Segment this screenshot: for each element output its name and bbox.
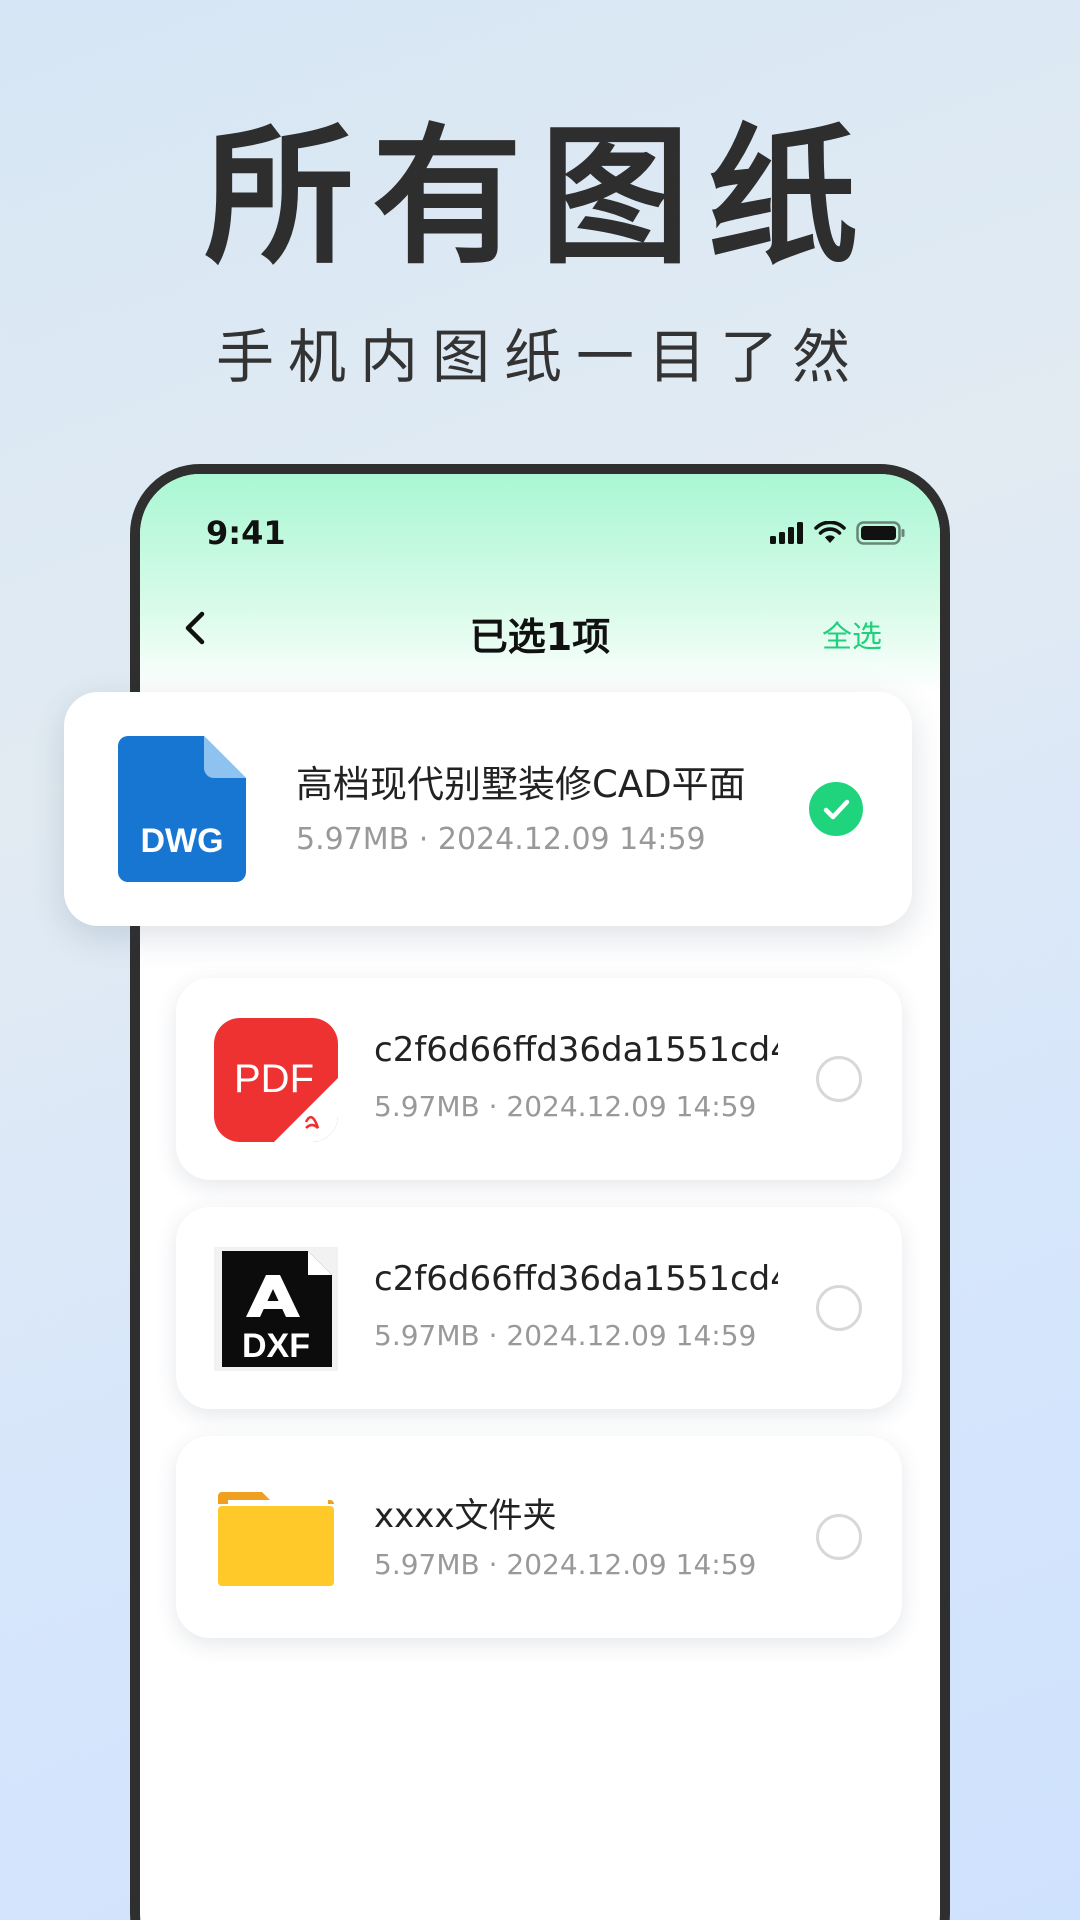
svg-text:PDF: PDF <box>234 1057 314 1101</box>
pdf-file-icon: PDF <box>214 1018 338 1142</box>
file-size: 5.97MB <box>374 1090 480 1123</box>
select-checkbox[interactable] <box>816 1056 862 1102</box>
meta-separator: · <box>409 822 438 857</box>
file-meta: 5.97MB · 2024.12.09 14:59 <box>374 1319 756 1352</box>
meta-separator: · <box>479 1319 507 1352</box>
status-time: 9:41 <box>206 514 286 552</box>
select-checkbox[interactable] <box>816 1514 862 1560</box>
file-list-item[interactable]: PDF c2f6d66ffd36da1551cd488e 5.97MB · 20… <box>176 978 902 1180</box>
select-all-button[interactable]: 全选 <box>822 612 882 656</box>
file-size: 5.97MB <box>374 1548 480 1581</box>
file-meta: 5.97MB · 2024.12.09 14:59 <box>296 822 706 857</box>
file-date: 2024.12.09 14:59 <box>506 1090 757 1123</box>
file-date: 2024.12.09 14:59 <box>506 1319 757 1352</box>
battery-icon <box>856 521 905 545</box>
headline: 所有图纸 <box>203 111 876 285</box>
file-name: xxxx文件夹 <box>374 1496 557 1536</box>
file-list-item[interactable]: xxxx文件夹 5.97MB · 2024.12.09 14:59 <box>176 1436 902 1638</box>
status-icons <box>770 518 906 548</box>
file-name: c2f6d66ffd36da1551cd488e <box>374 1259 778 1299</box>
file-date: 2024.12.09 14:59 <box>506 1548 757 1581</box>
file-size: 5.97MB <box>296 822 410 857</box>
svg-text:DXF: DXF <box>242 1327 310 1365</box>
dxf-file-icon: DXF <box>214 1247 338 1371</box>
select-checkbox[interactable] <box>816 1285 862 1331</box>
file-name: 高档现代别墅装修CAD平面 <box>296 763 746 806</box>
page-title: 已选1项 <box>469 615 611 659</box>
phone-frame: 9:41 已选1项 全选 PDF c2f6d66ffd36da1551cd 5.… <box>130 464 950 1920</box>
file-meta: 5.97MB · 2024.12.09 14:59 <box>374 1548 756 1581</box>
folder-icon <box>218 1492 334 1586</box>
subheadline: 手机内图纸一目了然 <box>215 323 864 391</box>
file-list-item-selected[interactable]: DWG 高档现代别墅装修CAD平面 5.97MB · 2024.12.09 14… <box>64 692 912 926</box>
signal-icon <box>770 522 803 544</box>
file-name: c2f6d66ffd36da1551cd488e <box>374 1030 778 1070</box>
file-date: 2024.12.09 14:59 <box>437 822 706 857</box>
meta-separator: · <box>479 1548 507 1581</box>
file-size: 5.97MB <box>374 1319 480 1352</box>
dwg-file-icon: DWG <box>118 736 246 882</box>
file-list-item[interactable]: DXF c2f6d66ffd36da1551cd488e 5.97MB · 20… <box>176 1207 902 1409</box>
file-meta: 5.97MB · 2024.12.09 14:59 <box>374 1090 756 1123</box>
svg-text:DWG: DWG <box>140 822 223 860</box>
wifi-icon <box>814 521 846 543</box>
checkmark-icon <box>823 799 850 820</box>
meta-separator: · <box>479 1090 507 1123</box>
select-checkbox-checked[interactable] <box>809 782 863 836</box>
phone-header-gradient <box>140 474 940 694</box>
